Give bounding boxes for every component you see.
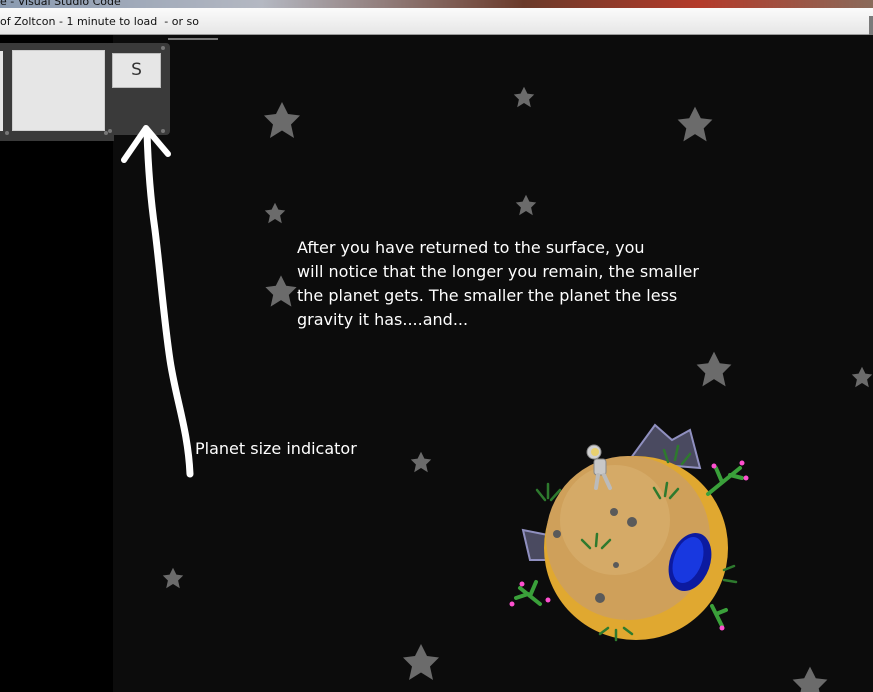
crater [553, 530, 561, 538]
crater [610, 508, 618, 516]
flower [519, 581, 525, 587]
cactus [706, 466, 744, 496]
grass-tuft [535, 482, 562, 502]
flower [739, 460, 745, 466]
crater [627, 517, 637, 527]
flower [711, 463, 717, 469]
crater [613, 562, 619, 568]
flower [743, 475, 749, 481]
flower [719, 625, 725, 631]
crater [595, 593, 605, 603]
cactus [514, 580, 542, 606]
flower [545, 597, 551, 603]
grass-tuft [722, 564, 738, 584]
cactus [710, 604, 728, 628]
flower [509, 601, 515, 607]
planet [509, 423, 749, 642]
